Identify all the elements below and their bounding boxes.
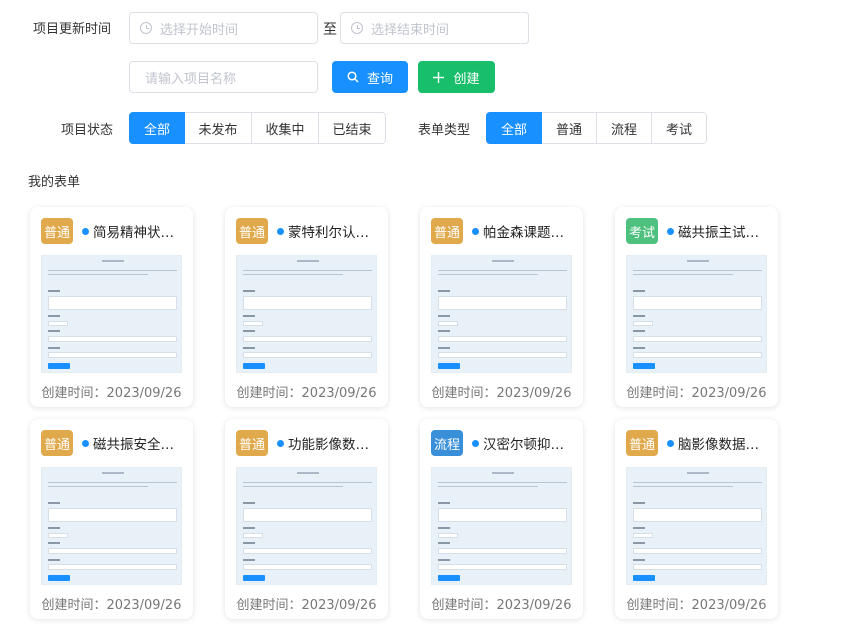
form-title[interactable]: 功能影像数据采集表: [288, 433, 381, 453]
card-header: 流程 汉密尔顿抑郁量表: [431, 430, 576, 456]
status-option-collecting[interactable]: 收集中: [252, 112, 319, 144]
form-card[interactable]: 流程 汉密尔顿抑郁量表 创建时间：2023/09/26: [420, 419, 583, 619]
form-card[interactable]: 普通 磁共振安全筛查表 创建时间：2023/09/26: [30, 419, 193, 619]
form-type-tag: 流程: [431, 430, 463, 456]
status-dot-icon: [277, 439, 284, 447]
status-dot-icon: [472, 439, 479, 447]
form-card[interactable]: 普通 脑影像数据登记表 创建时间：2023/09/26: [615, 419, 778, 619]
type-option-exam[interactable]: 考试: [652, 112, 707, 144]
status-dot-icon: [667, 227, 674, 235]
status-dot-icon: [82, 227, 89, 235]
card-header: 普通 蒙特利尔认知评估量表: [236, 218, 381, 244]
type-option-flow[interactable]: 流程: [597, 112, 652, 144]
status-label: 项目状态: [61, 123, 114, 138]
form-type-tag: 普通: [41, 218, 73, 244]
project-name-input[interactable]: 请输入项目名称: [129, 61, 318, 93]
created-date: 创建时间：2023/09/26: [41, 386, 182, 401]
form-preview-thumbnail[interactable]: [236, 467, 377, 585]
form-type-tag: 普通: [236, 430, 268, 456]
form-preview-thumbnail[interactable]: [41, 255, 182, 373]
end-time-input[interactable]: 选择结束时间: [340, 12, 529, 44]
form-type-tag: 普通: [626, 430, 658, 456]
update-time-label: 项目更新时间: [33, 22, 112, 37]
form-type-tag: 普通: [236, 218, 268, 244]
form-card[interactable]: 普通 帕金森课题随访表单 创建时间：2023/09/26: [420, 207, 583, 407]
type-option-all[interactable]: 全部: [486, 112, 542, 144]
card-header: 普通 磁共振安全筛查表: [41, 430, 186, 456]
card-header: 普通 帕金森课题随访表单: [431, 218, 576, 244]
form-type-tag: 考试: [626, 218, 658, 244]
card-header: 考试 磁共振主试考核测验: [626, 218, 771, 244]
query-button[interactable]: 查询: [332, 61, 408, 93]
card-header: 普通 功能影像数据采集表: [236, 430, 381, 456]
query-label: 查询: [366, 71, 393, 87]
create-label: 创建: [453, 71, 480, 87]
form-card[interactable]: 普通 蒙特利尔认知评估量表 创建时间：2023/09/26: [225, 207, 388, 407]
form-title[interactable]: 脑影像数据登记表: [678, 433, 771, 453]
type-option-normal[interactable]: 普通: [542, 112, 597, 144]
form-type-tag: 普通: [431, 218, 463, 244]
form-title[interactable]: 蒙特利尔认知评估量表: [288, 221, 381, 241]
form-title[interactable]: 磁共振安全筛查表: [93, 433, 186, 453]
form-preview-thumbnail[interactable]: [431, 255, 572, 373]
form-preview-thumbnail[interactable]: [626, 255, 767, 373]
search-icon: [347, 71, 359, 83]
range-separator: 至: [323, 22, 337, 38]
form-preview-thumbnail[interactable]: [626, 467, 767, 585]
status-dot-icon: [667, 439, 674, 447]
form-card[interactable]: 普通 功能影像数据采集表 创建时间：2023/09/26: [225, 419, 388, 619]
card-header: 普通 脑影像数据登记表: [626, 430, 771, 456]
update-time-row: 项目更新时间: [33, 11, 111, 44]
form-title[interactable]: 磁共振主试考核测验: [678, 221, 771, 241]
start-time-placeholder: 选择开始时间: [160, 22, 239, 38]
form-card[interactable]: 普通 简易精神状态检查量表 创建时间：2023/09/26: [30, 207, 193, 407]
form-preview-thumbnail[interactable]: [41, 467, 182, 585]
status-dot-icon: [82, 439, 89, 447]
created-date: 创建时间：2023/09/26: [236, 598, 377, 613]
created-date: 创建时间：2023/09/26: [431, 386, 572, 401]
type-label: 表单类型: [418, 123, 471, 138]
section-title: 我的表单: [28, 175, 81, 190]
end-time-placeholder: 选择结束时间: [371, 22, 450, 38]
status-option-unpublished[interactable]: 未发布: [185, 112, 252, 144]
status-option-all[interactable]: 全部: [129, 112, 185, 144]
form-title[interactable]: 简易精神状态检查量表: [93, 221, 186, 241]
start-time-input[interactable]: 选择开始时间: [129, 12, 318, 44]
created-date: 创建时间：2023/09/26: [626, 598, 767, 613]
plus-icon: [433, 71, 445, 83]
form-title[interactable]: 帕金森课题随访表单: [483, 221, 576, 241]
created-date: 创建时间：2023/09/26: [431, 598, 572, 613]
project-name-placeholder: 请输入项目名称: [145, 71, 237, 87]
status-option-ended[interactable]: 已结束: [319, 112, 386, 144]
create-button[interactable]: 创建: [418, 61, 495, 93]
type-segmented: 全部 普通 流程 考试: [486, 112, 707, 144]
created-date: 创建时间：2023/09/26: [236, 386, 377, 401]
card-header: 普通 简易精神状态检查量表: [41, 218, 186, 244]
status-dot-icon: [472, 227, 479, 235]
created-date: 创建时间：2023/09/26: [41, 598, 182, 613]
clock-icon: [351, 22, 363, 34]
form-title[interactable]: 汉密尔顿抑郁量表: [483, 433, 576, 453]
form-preview-thumbnail[interactable]: [431, 467, 572, 585]
clock-icon: [140, 22, 152, 34]
form-type-tag: 普通: [41, 430, 73, 456]
form-preview-thumbnail[interactable]: [236, 255, 377, 373]
status-dot-icon: [277, 227, 284, 235]
status-segmented: 全部 未发布 收集中 已结束: [129, 112, 386, 144]
created-date: 创建时间：2023/09/26: [626, 386, 767, 401]
form-card[interactable]: 考试 磁共振主试考核测验 创建时间：2023/09/26: [615, 207, 778, 407]
